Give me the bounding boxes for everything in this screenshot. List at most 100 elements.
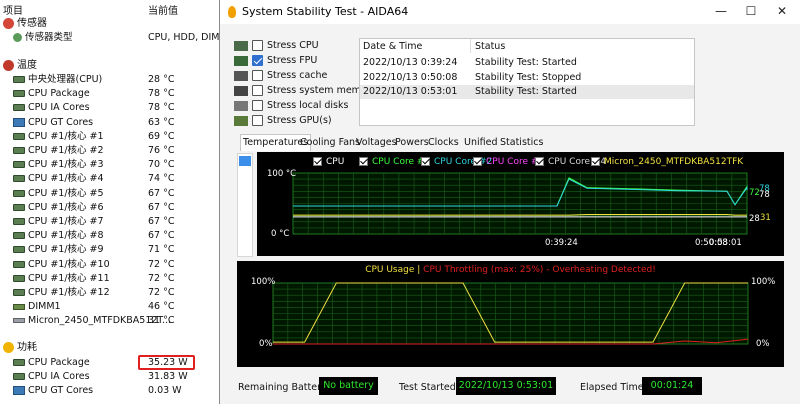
log-row[interactable]: 2022/10/13 0:50:08 Stability Test: Stoppe… [360, 71, 694, 85]
title-bar[interactable]: System Stability Test - AIDA64 — ☐ ✕ [220, 0, 800, 24]
sensor-row[interactable]: CPU #1/核心 #11 72 °C [13, 272, 222, 286]
sensor-value: 46 °C [148, 301, 175, 313]
tab-unified[interactable]: Unified [462, 135, 499, 150]
sensor-row[interactable]: CPU #1/核心 #6 67 °C [13, 201, 222, 215]
close-button[interactable]: ✕ [775, 4, 789, 18]
sensor-label-wrap: CPU #1/核心 #7 [13, 215, 104, 229]
sensor-row[interactable]: 中央处理器(CPU) 28 °C [13, 73, 222, 87]
elapsed-time-value: 00:01:24 [642, 377, 702, 395]
sensor-row[interactable]: CPU #1/核心 #10 72 °C [13, 258, 222, 272]
chip-icon [13, 218, 25, 225]
sensor-icon [3, 17, 14, 29]
maximize-button[interactable]: ☐ [744, 4, 758, 18]
stress-checkbox[interactable] [252, 115, 263, 126]
sensor-row[interactable]: CPU GT Cores 0.03 W [13, 384, 222, 398]
chip-icon [13, 90, 25, 98]
status-bar: Remaining Battery: No battery Test Start… [220, 372, 800, 404]
tab-voltages[interactable]: Voltages [354, 135, 399, 150]
minimize-button[interactable]: — [714, 4, 728, 18]
sensor-label: DIMM1 [28, 301, 61, 313]
tab-clocks[interactable]: Clocks [426, 135, 461, 150]
sensor-row[interactable]: CPU #1/核心 #1 69 °C [13, 130, 222, 144]
sensor-label-wrap: CPU GT Cores [13, 116, 93, 130]
sensor-row[interactable]: CPU #1/核心 #4 74 °C [13, 172, 222, 186]
sensor-row[interactable]: CPU Package 78 °C [13, 87, 222, 101]
window-title: System Stability Test - AIDA64 [242, 5, 409, 18]
sensor-label-wrap: 传感器类型 [13, 31, 73, 45]
chip-icon [13, 232, 25, 240]
sensor-label: CPU GT Cores [28, 385, 94, 396]
log-status: Stability Test: Started [475, 86, 577, 97]
log-header-status[interactable]: Status [475, 41, 505, 52]
sensor-value: 76 °C [148, 145, 175, 156]
temperature-graph: CPU CPU Core #1 CPU Core #2 CPU Core #3 CPU … [257, 152, 784, 256]
sensor-row[interactable]: CPU #1/核心 #12 72 °C [13, 286, 222, 300]
sensor-group[interactable]: 功耗 [3, 341, 37, 355]
sensor-value: 78 °C [148, 102, 175, 114]
sensor-row[interactable]: CPU GT Cores 63 °C [13, 116, 222, 130]
sensor-row[interactable]: CPU #1/核心 #5 67 °C [13, 187, 222, 201]
sensor-row[interactable]: 传感器类型 CPU, HDD, DIMM [13, 31, 228, 45]
sensor-row[interactable]: DIMM1 46 °C [13, 300, 222, 314]
sensor-row[interactable]: CPU IA Cores 31.83 W [13, 370, 222, 384]
sensor-label: CPU IA Cores [28, 102, 90, 114]
sensor-list-scroll[interactable] [237, 153, 253, 257]
sensor-label: CPU #1/核心 #11 [28, 272, 110, 284]
temp-y-bottom-label: 0 °C [271, 229, 290, 239]
sensor-group-label: 传感器 [17, 18, 47, 29]
sensor-type-icon [13, 33, 22, 42]
sensor-label-wrap: CPU Package [13, 356, 90, 370]
log-row[interactable]: 2022/10/13 0:39:24 Stability Test: Starte… [360, 56, 694, 70]
sensor-label: CPU #1/核心 #7 [28, 216, 104, 227]
cpu-y-top-right-label: 100% [751, 277, 776, 287]
cpu-usage-graph: CPU Usage | CPU Throttling (max: 25%) - … [237, 261, 784, 367]
sensor-group[interactable]: 传感器 [3, 17, 47, 31]
stress-checkbox[interactable] [252, 100, 263, 111]
test-started-label: Test Started: [399, 382, 460, 393]
sensor-label-wrap: CPU #1/核心 #6 [13, 201, 104, 215]
sensor-value: 67 °C [148, 230, 175, 242]
sensor-label: CPU #1/核心 #2 [28, 145, 104, 156]
log-row[interactable]: 2022/10/13 0:53:01 Stability Test: Starte… [360, 85, 694, 99]
sensor-value: 28 °C [148, 74, 175, 85]
sensor-group[interactable]: 温度 [3, 59, 37, 73]
sensor-row[interactable]: CPU #1/核心 #7 67 °C [13, 215, 222, 229]
column-header-item[interactable]: 项目 [3, 2, 23, 17]
sensor-panel: 项目 当前值 传感器传感器类型 CPU, HDD, DIMM 温度 中央处理器(CPU… [0, 0, 228, 404]
sensor-value: 72 °C [148, 258, 175, 270]
sensor-label-wrap: CPU #1/核心 #3 [13, 158, 104, 172]
stress-checkbox[interactable] [252, 55, 263, 66]
test-log-table[interactable]: Date & Time Status 2022/10/13 0:39:24 Sta… [359, 38, 695, 126]
sensor-row[interactable]: CPU #1/核心 #2 76 °C [13, 144, 222, 158]
sensor-list-selected-item[interactable] [239, 156, 251, 166]
column-header-value[interactable]: 当前值 [148, 2, 178, 17]
sensor-row[interactable]: CPU #1/核心 #9 71 °C [13, 243, 222, 257]
stress-checkbox[interactable] [252, 70, 263, 81]
sensor-value: 63 °C [148, 116, 175, 128]
sensor-value: 31 °C [148, 315, 175, 327]
tab-statistics[interactable]: Statistics [498, 135, 545, 150]
sensor-label-wrap: CPU IA Cores [13, 101, 90, 115]
sensor-label: CPU #1/核心 #5 [28, 187, 104, 199]
chip-icon [13, 132, 25, 140]
cpu-y-bottom-left-label: 0% [259, 339, 273, 349]
sensor-row[interactable]: CPU #1/核心 #3 70 °C [13, 158, 222, 172]
sensor-row[interactable]: CPU #1/核心 #8 67 °C [13, 229, 222, 243]
sensor-row[interactable]: Micron_2450_MTFDKBA512T... 31 °C [13, 314, 222, 328]
sensor-label: CPU #1/核心 #10 [28, 258, 110, 270]
stress-checkbox[interactable] [252, 85, 263, 96]
sensor-label: CPU Package [28, 88, 90, 100]
log-header-date[interactable]: Date & Time [363, 41, 422, 52]
stress-checkbox[interactable] [252, 40, 263, 51]
sensor-label: 传感器类型 [25, 32, 73, 43]
tab-cooling-fans[interactable]: Cooling Fans [298, 135, 362, 150]
sensor-label: CPU Package [28, 357, 90, 368]
sensor-label-wrap: CPU #1/核心 #4 [13, 172, 104, 186]
gpu-icon [234, 116, 248, 126]
sensor-row[interactable]: CPU IA Cores 78 °C [13, 101, 222, 115]
battery-label: Remaining Battery: [238, 382, 330, 393]
memory-icon [234, 86, 248, 96]
stress-label: Stress cache [267, 70, 328, 81]
sensor-label-wrap: 中央处理器(CPU) [13, 73, 102, 87]
sensor-label-wrap: CPU #1/核心 #12 [13, 286, 110, 300]
